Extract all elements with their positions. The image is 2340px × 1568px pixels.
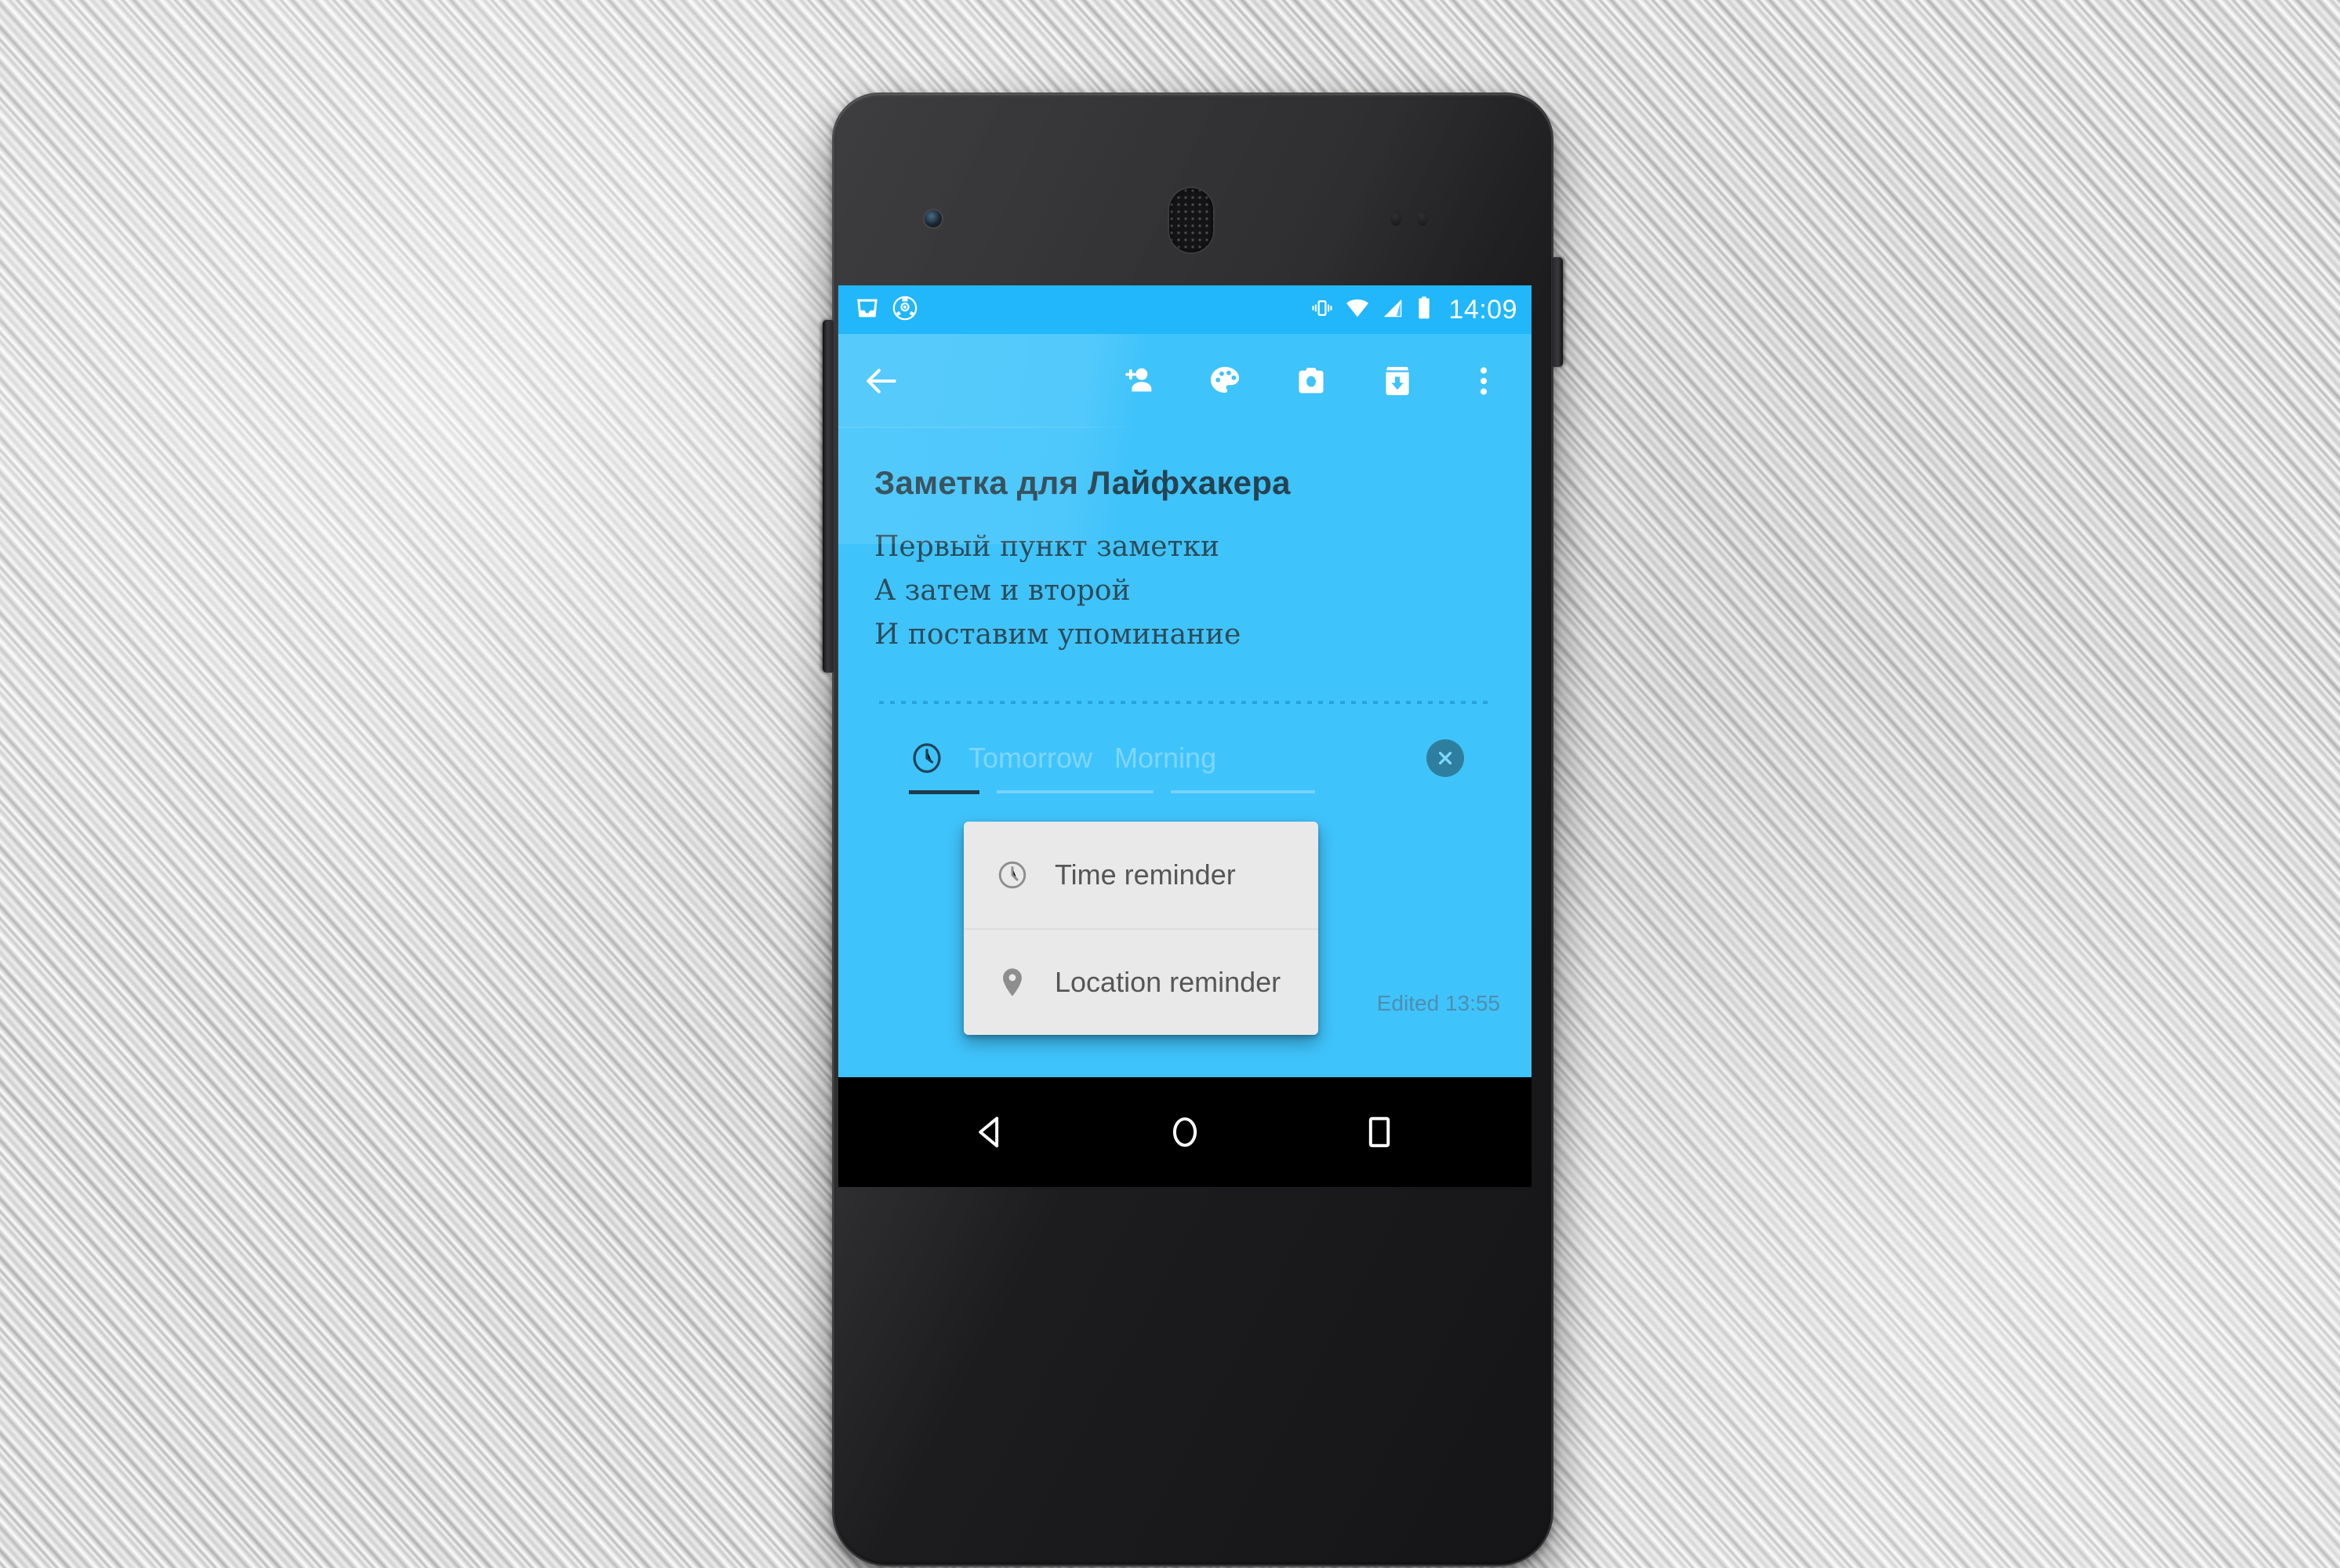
inbox-icon	[854, 295, 881, 325]
power-button[interactable]	[1552, 257, 1563, 367]
nav-home-button[interactable]	[1157, 1105, 1212, 1160]
note-content: Заметка для Лайфхакера Первый пункт заме…	[838, 426, 1532, 796]
front-camera-icon	[925, 210, 942, 227]
status-bar: 14:09	[838, 285, 1532, 334]
back-button[interactable]	[859, 358, 904, 404]
underline-day	[997, 790, 1154, 794]
reminder-type-menu: Time reminder Location reminder	[964, 822, 1318, 1035]
android-navigation-bar	[838, 1077, 1532, 1187]
map-pin-icon	[995, 965, 1030, 1000]
menu-item-label: Time reminder	[1055, 858, 1236, 891]
status-bar-system-icons: 14:09	[1310, 296, 1517, 325]
phone-screen: 14:09 Заметка для Лайфхакера Первый пунк…	[838, 285, 1532, 1187]
underline-clock-active	[909, 790, 979, 795]
menu-item-time-reminder[interactable]: Time reminder	[964, 822, 1318, 928]
edited-timestamp: Edited 13:55	[1376, 991, 1500, 1015]
reminder-day-field[interactable]: Tomorrow	[964, 742, 1097, 775]
underline-time	[1171, 790, 1315, 794]
reminder-row: Tomorrow Morning	[874, 731, 1495, 786]
clock-outline-icon	[995, 858, 1030, 892]
wifi-icon	[1345, 296, 1370, 325]
menu-item-location-reminder[interactable]: Location reminder	[964, 928, 1318, 1035]
add-collaborator-icon[interactable]	[1116, 358, 1161, 404]
section-divider	[879, 701, 1491, 705]
menu-item-label: Location reminder	[1055, 966, 1281, 998]
reminder-field-underlines	[909, 790, 1464, 795]
phone-device: 14:09 Заметка для Лайфхакера Первый пунк…	[823, 93, 1563, 1566]
reminder-time-field[interactable]: Morning	[1110, 742, 1221, 775]
battery-icon	[1415, 296, 1433, 325]
nav-recents-button[interactable]	[1352, 1105, 1407, 1160]
nav-back-button[interactable]	[963, 1105, 1018, 1160]
toolbar-actions	[1116, 358, 1511, 404]
cellular-signal-icon	[1381, 296, 1404, 324]
light-sensor	[1417, 210, 1428, 226]
note-body-line[interactable]: Первый пункт заметки	[874, 525, 1495, 569]
close-circle-icon[interactable]	[1426, 739, 1464, 778]
earpiece-speaker	[1169, 188, 1213, 252]
volume-rocker-button[interactable]	[823, 320, 834, 673]
status-bar-clock: 14:09	[1448, 295, 1517, 325]
note-body-line[interactable]: И поставим упоминание	[874, 613, 1495, 657]
overflow-menu-icon[interactable]	[1461, 358, 1506, 404]
app-toolbar	[838, 334, 1532, 428]
vibrate-icon	[1310, 296, 1334, 324]
status-bar-notification-icons	[854, 295, 918, 325]
camera-icon[interactable]	[1288, 358, 1334, 404]
note-title[interactable]: Заметка для Лайфхакера	[874, 464, 1495, 502]
app-badge-icon	[892, 295, 918, 325]
note-body-line[interactable]: А затем и второй	[874, 569, 1495, 613]
proximity-sensor	[1390, 210, 1401, 226]
archive-icon[interactable]	[1375, 358, 1420, 404]
clock-icon[interactable]	[909, 740, 945, 776]
color-palette-icon[interactable]	[1202, 358, 1248, 404]
